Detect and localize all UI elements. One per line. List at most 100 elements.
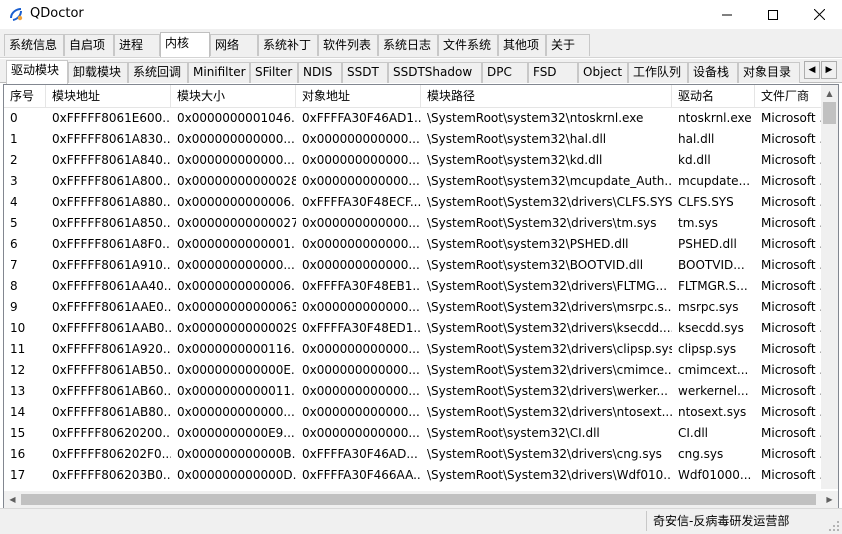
subtab-ssdtshadow[interactable]: SSDTShadow <box>388 62 482 83</box>
subtab-device-stack[interactable]: 设备栈 <box>688 62 738 83</box>
tab-network[interactable]: 网络 <box>210 34 258 56</box>
tab-other[interactable]: 其他项 <box>498 34 546 56</box>
cell-vendor: Microsoft ... <box>761 111 824 125</box>
tab-process[interactable]: 进程 <box>114 34 160 56</box>
horizontal-scroll-thumb[interactable] <box>21 494 816 505</box>
tab-kernel[interactable]: 内核 <box>160 32 210 57</box>
subtab-work-queue[interactable]: 工作队列 <box>628 62 688 83</box>
table-row[interactable]: 10 0xFFFFF8061AAB0... 0x00000000000029... 0… <box>4 318 824 339</box>
vertical-scroll-thumb[interactable] <box>823 102 836 124</box>
table-row[interactable]: 0 0xFFFFF8061E600... 0x0000000001046... 0xF… <box>4 108 824 129</box>
column-header-module-path[interactable]: 模块路径 <box>421 85 672 108</box>
column-header-vendor[interactable]: 文件厂商 <box>755 85 824 108</box>
cell-vendor: Microsoft ... <box>761 321 824 335</box>
cell-module-path: \SystemRoot\System32\drivers\cng.sys <box>427 447 662 461</box>
cell-vendor: Microsoft ... <box>761 405 824 419</box>
subtab-driver-modules[interactable]: 驱动模块 <box>6 60 68 84</box>
scroll-right-icon[interactable]: ▶ <box>821 491 838 508</box>
cell-vendor: Microsoft ... <box>761 237 824 251</box>
cell-driver-name: werkernel... <box>678 384 749 398</box>
cell-driver-name: Wdf01000... <box>678 468 752 482</box>
cell-vendor: Microsoft ... <box>761 384 824 398</box>
column-header-driver-name[interactable]: 驱动名 <box>672 85 755 108</box>
table-row[interactable]: 4 0xFFFFF8061A880... 0x0000000000006... 0xF… <box>4 192 824 213</box>
subtab-fsd[interactable]: FSD <box>528 62 578 83</box>
column-header-module-size[interactable]: 模块大小 <box>171 85 296 108</box>
subtab-sfilter[interactable]: SFilter <box>250 62 298 83</box>
tab-about[interactable]: 关于 <box>546 34 590 56</box>
tab-system-log[interactable]: 系统日志 <box>378 34 438 56</box>
table-row[interactable]: 6 0xFFFFF8061A8F0... 0x0000000000001... 0x0… <box>4 234 824 255</box>
tab-file-system[interactable]: 文件系统 <box>438 34 498 56</box>
subtab-ndis[interactable]: NDIS <box>298 62 342 83</box>
cell-module-path: \SystemRoot\System32\drivers\msrpc.s... <box>427 300 672 314</box>
cell-module-address: 0xFFFFF8061AB80... <box>52 405 171 419</box>
cell-index: 9 <box>10 300 18 314</box>
table-row[interactable]: 2 0xFFFFF8061A840... 0x000000000000... 0x00… <box>4 150 824 171</box>
table-row[interactable]: 7 0xFFFFF8061A910... 0x000000000000... 0x00… <box>4 255 824 276</box>
close-button[interactable] <box>796 0 842 29</box>
tab-scroll-right-button[interactable]: ▶ <box>821 61 837 79</box>
subtab-dpc[interactable]: DPC <box>482 62 528 83</box>
cell-object-address: 0xFFFFA30F48ED1... <box>302 321 421 335</box>
subtab-minifilter[interactable]: Minifilter <box>188 62 250 83</box>
cell-driver-name: clipsp.sys <box>678 342 737 356</box>
cell-vendor: Microsoft ... <box>761 279 824 293</box>
cell-module-path: \SystemRoot\System32\drivers\ntosext... <box>427 405 672 419</box>
cell-object-address: 0x000000000000... <box>302 342 420 356</box>
cell-driver-name: msrpc.sys <box>678 300 739 314</box>
minimize-button[interactable] <box>704 0 750 29</box>
table-row[interactable]: 8 0xFFFFF8061AA40... 0x0000000000006... 0xF… <box>4 276 824 297</box>
cell-vendor: Microsoft ... <box>761 468 824 482</box>
status-text: 奇安信-反病毒研发运营部 <box>646 511 822 531</box>
table-row[interactable]: 3 0xFFFFF8061A800... 0x00000000000028... 0x… <box>4 171 824 192</box>
status-bar: 奇安信-反病毒研发运营部 <box>0 508 842 534</box>
cell-module-size: 0x00000000000029... <box>177 321 296 335</box>
resize-grip-icon[interactable] <box>828 520 840 532</box>
maximize-button[interactable] <box>750 0 796 29</box>
tab-software-list[interactable]: 软件列表 <box>318 34 378 56</box>
scroll-up-icon[interactable]: ▲ <box>821 85 838 102</box>
cell-index: 14 <box>10 405 26 419</box>
subtab-object-directory[interactable]: 对象目录 <box>738 62 800 83</box>
tab-system-info[interactable]: 系统信息 <box>4 34 64 56</box>
tab-system-patch[interactable]: 系统补丁 <box>258 34 318 56</box>
cell-module-size: 0x000000000000E... <box>177 363 296 377</box>
table-row[interactable]: 16 0xFFFFF806202F0... 0x000000000000B... 0x… <box>4 444 824 465</box>
table-row[interactable]: 13 0xFFFFF8061AB60... 0x0000000000011... 0x… <box>4 381 824 402</box>
triangle-left-icon: ◀ <box>808 65 816 75</box>
scroll-left-icon[interactable]: ◀ <box>4 491 21 508</box>
table-row[interactable]: 5 0xFFFFF8061A850... 0x00000000000027... 0x… <box>4 213 824 234</box>
subtab-ssdt[interactable]: SSDT <box>342 62 388 83</box>
column-header-object-address[interactable]: 对象地址 <box>296 85 421 108</box>
cell-driver-name: ntoskrnl.exe <box>678 111 752 125</box>
close-icon <box>813 9 825 20</box>
horizontal-scrollbar[interactable]: ◀ ▶ <box>4 491 838 508</box>
vertical-scrollbar[interactable]: ▲ <box>821 85 838 489</box>
cell-object-address: 0x000000000000... <box>302 237 420 251</box>
cell-module-path: \SystemRoot\system32\BOOTVID.dll <box>427 258 644 272</box>
qdoctor-logo-icon <box>10 8 23 21</box>
cell-object-address: 0xFFFFA30F48ECF... <box>302 195 421 209</box>
cell-module-path: \SystemRoot\System32\drivers\FLTMG... <box>427 279 668 293</box>
subtab-unloaded-modules[interactable]: 卸载模块 <box>68 62 128 83</box>
cell-index: 8 <box>10 279 18 293</box>
tab-scroll-left-button[interactable]: ◀ <box>804 61 820 79</box>
cell-module-address: 0xFFFFF8061AAE0... <box>52 300 171 314</box>
table-row[interactable]: 12 0xFFFFF8061AB50... 0x000000000000E... 0x… <box>4 360 824 381</box>
tab-autorun[interactable]: 自启项 <box>64 34 114 56</box>
subtab-object[interactable]: Object <box>578 62 628 83</box>
column-header-index[interactable]: 序号 <box>4 85 46 108</box>
table-row[interactable]: 9 0xFFFFF8061AAE0... 0x00000000000063... 0x… <box>4 297 824 318</box>
cell-module-address: 0xFFFFF80620200... <box>52 426 171 440</box>
table-row[interactable]: 1 0xFFFFF8061A830... 0x000000000000... 0x00… <box>4 129 824 150</box>
table-row[interactable]: 14 0xFFFFF8061AB80... 0x000000000000... 0x0… <box>4 402 824 423</box>
table-row[interactable]: 17 0xFFFFF806203B0... 0x000000000000D... 0x… <box>4 465 824 486</box>
table-row[interactable]: 11 0xFFFFF8061A920... 0x0000000000116... 0x… <box>4 339 824 360</box>
driver-module-list[interactable]: 序号 模块地址 模块大小 对象地址 模块路径 驱动名 文件厂商 0 0xFFFFF… <box>3 84 839 509</box>
table-row[interactable]: 15 0xFFFFF80620200... 0x0000000000E9... 0x0… <box>4 423 824 444</box>
column-header-module-address[interactable]: 模块地址 <box>46 85 171 108</box>
subtab-system-callbacks[interactable]: 系统回调 <box>128 62 188 83</box>
window-title: QDoctor <box>30 6 84 21</box>
cell-driver-name: ntosext.sys <box>678 405 747 419</box>
